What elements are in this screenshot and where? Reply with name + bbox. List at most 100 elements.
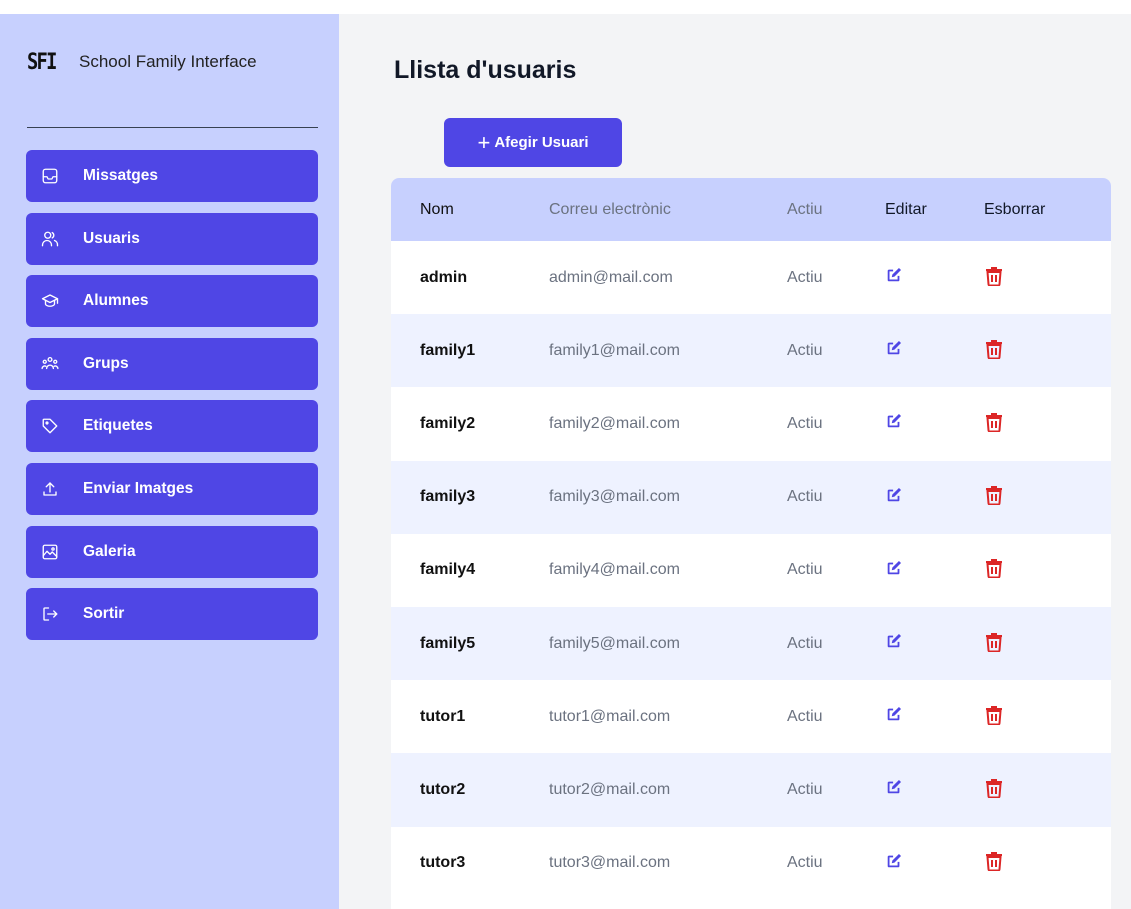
add-user-button[interactable]: + Afegir Usuari (444, 118, 622, 167)
cell-actiu: Actiu (787, 414, 823, 432)
cell-mail: family4@mail.com (549, 561, 680, 579)
sidebar-item-alumnes[interactable]: Alumnes (26, 275, 318, 328)
table-row: admin admin@mail.com Actiu (391, 241, 1111, 315)
edit-icon[interactable] (885, 705, 903, 723)
table-header-row: Nom Correu electrònic Actiu Editar Esbor… (391, 178, 1111, 241)
cell-editar (885, 314, 984, 387)
cell-mail: family1@mail.com (549, 341, 680, 359)
column-header-nom[interactable]: Nom (391, 178, 549, 241)
users-icon (40, 229, 60, 249)
graduation-cap-icon (40, 291, 60, 311)
cell-actiu: Actiu (787, 561, 823, 579)
table-row: tutor2 tutor2@mail.com Actiu (391, 753, 1111, 827)
users-table: Nom Correu electrònic Actiu Editar Esbor… (391, 178, 1111, 909)
sidebar-item-label: Sortir (83, 605, 125, 623)
sidebar-nav: Missatges Usuaris Alumnes Grups Etiquete… (26, 150, 318, 651)
sidebar-item-sortir[interactable]: Sortir (26, 588, 318, 641)
cell-mail: tutor3@mail.com (549, 854, 671, 872)
cell-nom: tutor2 (420, 780, 466, 798)
sidebar-item-enviar-imatges[interactable]: Enviar Imatges (26, 462, 318, 515)
cell-editar (885, 387, 984, 460)
cell-actiu: Actiu (787, 488, 823, 506)
edit-icon[interactable] (885, 412, 903, 430)
trash-icon[interactable] (984, 704, 1004, 725)
cell-esborrar (984, 827, 1111, 900)
cell-editar (885, 461, 984, 534)
edit-icon[interactable] (885, 559, 903, 577)
sidebar-item-galeria[interactable]: Galeria (26, 525, 318, 578)
column-header-mail[interactable]: Correu electrònic (549, 178, 787, 241)
edit-icon[interactable] (885, 339, 903, 357)
cell-esborrar (984, 314, 1111, 387)
cell-editar (885, 607, 984, 680)
sidebar-item-usuaris[interactable]: Usuaris (26, 212, 318, 265)
table-row: family5 family5@mail.com Actiu (391, 606, 1111, 681)
edit-icon[interactable] (885, 778, 903, 796)
sidebar-item-label: Grups (83, 354, 129, 372)
upload-icon (40, 479, 60, 499)
cell-editar (885, 534, 984, 607)
cell-mail: family2@mail.com (549, 414, 680, 432)
sidebar-item-label: Missatges (83, 167, 158, 184)
cell-esborrar (984, 387, 1111, 460)
cell-nom: family1 (420, 341, 476, 359)
logo: SFI (27, 49, 57, 75)
sidebar-item-grups[interactable]: Grups (26, 337, 318, 390)
image-icon (40, 542, 60, 562)
cell-actiu: Actiu (787, 780, 823, 798)
group-icon (40, 354, 60, 374)
page-title: Llista d'usuaris (394, 56, 577, 84)
cell-editar (885, 680, 984, 753)
table-row: family4 family4@mail.com Actiu (391, 533, 1111, 607)
logout-icon (40, 604, 60, 624)
sidebar-item-label: Enviar Imatges (83, 479, 194, 497)
cell-nom: tutor3 (420, 854, 466, 872)
cell-actiu: Actiu (787, 707, 823, 725)
trash-icon[interactable] (984, 631, 1004, 652)
inbox-icon (40, 166, 60, 186)
cell-actiu: Actiu (787, 634, 823, 652)
tag-icon (40, 416, 60, 436)
sidebar-item-label: Etiquetes (83, 417, 153, 435)
app-name: School Family Interface (79, 52, 257, 71)
sidebar-item-missatges[interactable]: Missatges (26, 150, 318, 202)
sidebar-item-label: Alumnes (83, 292, 149, 310)
cell-esborrar (984, 680, 1111, 753)
cell-actiu: Actiu (787, 268, 823, 286)
edit-icon[interactable] (885, 486, 903, 504)
trash-icon[interactable] (984, 411, 1004, 432)
main-content: Llista d'usuaris + Afegir Usuari Nom Cor… (339, 14, 1131, 909)
table-row: family3 family3@mail.com Actiu (391, 460, 1111, 534)
cell-nom: tutor1 (420, 707, 466, 725)
column-header-editar: Editar (885, 200, 927, 218)
table-row: family1 family1@mail.com Actiu (391, 314, 1111, 388)
cell-nom: family4 (420, 561, 476, 579)
edit-icon[interactable] (885, 266, 903, 284)
column-header-actiu[interactable]: Actiu (787, 178, 885, 241)
cell-mail: family3@mail.com (549, 488, 680, 506)
sidebar-divider (27, 127, 318, 128)
trash-icon[interactable] (984, 557, 1004, 579)
trash-icon[interactable] (984, 850, 1004, 872)
table-row: tutor3 tutor3@mail.com Actiu (391, 826, 1111, 900)
trash-icon[interactable] (984, 265, 1004, 286)
cell-mail: family5@mail.com (549, 634, 680, 652)
trash-icon[interactable] (984, 777, 1004, 798)
table-row: tutor1 tutor1@mail.com Actiu (391, 680, 1111, 754)
cell-editar (885, 753, 984, 826)
cell-actiu: Actiu (787, 341, 823, 359)
plus-icon: + (477, 129, 491, 155)
sidebar-item-label: Usuaris (83, 229, 140, 247)
sidebar-item-etiquetes[interactable]: Etiquetes (26, 400, 318, 453)
cell-mail: tutor2@mail.com (549, 780, 671, 798)
cell-editar (885, 827, 984, 900)
cell-esborrar (984, 241, 1111, 314)
cell-mail: tutor1@mail.com (549, 707, 671, 725)
cell-esborrar (984, 607, 1111, 680)
sidebar-item-label: Galeria (83, 542, 136, 560)
brand: SFI School Family Interface (27, 44, 257, 80)
trash-icon[interactable] (984, 484, 1004, 506)
edit-icon[interactable] (885, 852, 903, 870)
edit-icon[interactable] (885, 632, 903, 650)
trash-icon[interactable] (984, 338, 1004, 359)
